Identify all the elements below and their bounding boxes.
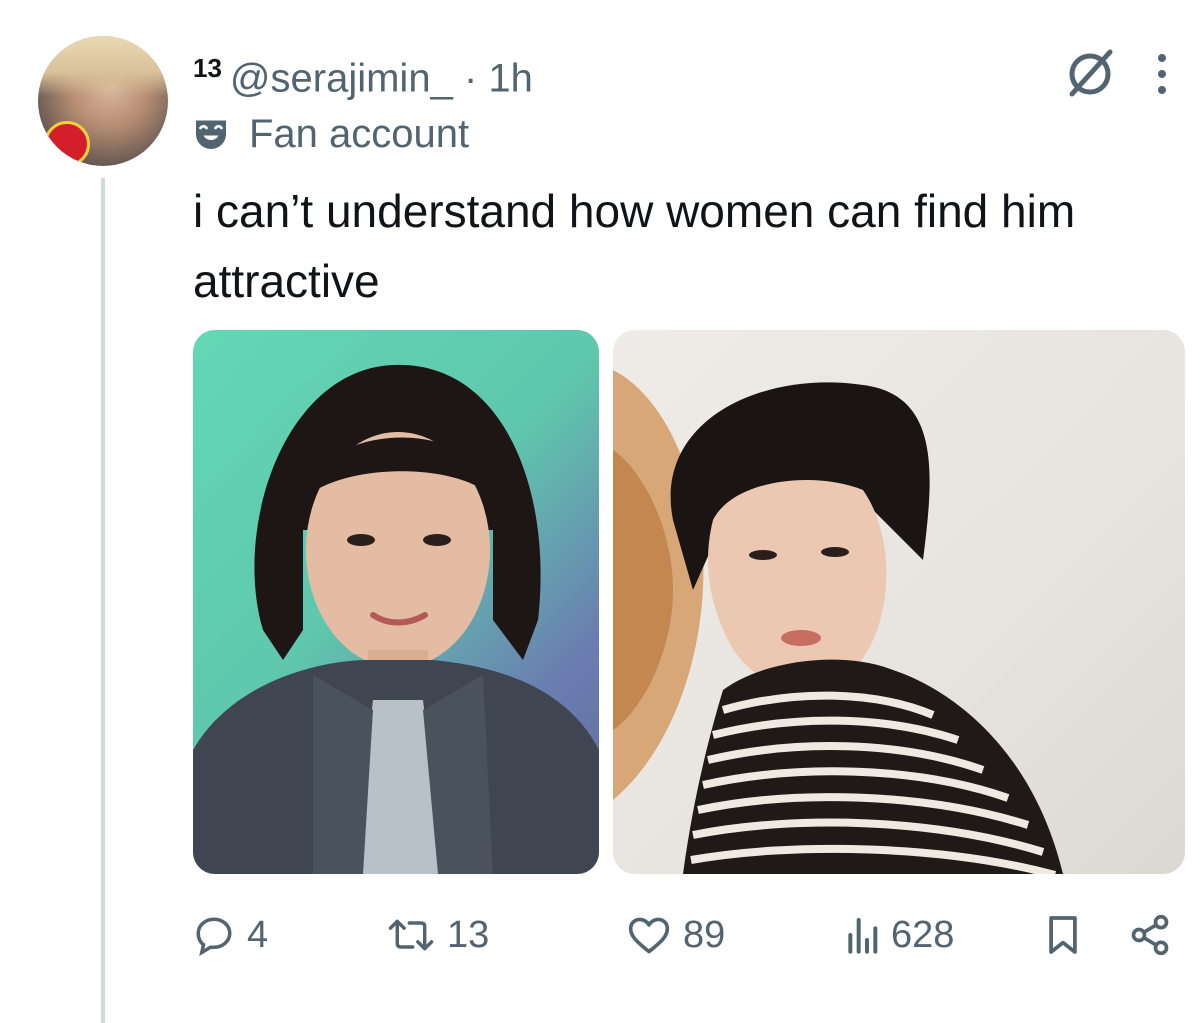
like-button[interactable]: 89 xyxy=(627,905,725,965)
avatar[interactable] xyxy=(38,36,168,166)
avatar-sticker xyxy=(44,121,90,166)
share-button[interactable] xyxy=(1128,905,1184,965)
photo-2-illustration xyxy=(613,370,1063,874)
bookmark-icon xyxy=(1049,916,1077,954)
action-bar: 4 13 89 628 xyxy=(193,905,1185,965)
retweet-count: 13 xyxy=(447,913,490,956)
retweet-icon xyxy=(388,919,434,951)
thread-line xyxy=(101,178,105,1023)
bookmark-button[interactable] xyxy=(1046,905,1092,965)
photo-1-illustration xyxy=(193,364,599,874)
media-grid xyxy=(193,330,1185,874)
more-options-icon[interactable] xyxy=(1154,50,1170,98)
badge-number: 13 xyxy=(193,53,222,83)
photo-2[interactable] xyxy=(613,330,1185,874)
user-handle[interactable]: @serajimin_ xyxy=(230,56,453,100)
reply-count: 4 xyxy=(247,913,269,956)
views-icon xyxy=(848,918,878,954)
like-count: 89 xyxy=(683,913,726,956)
like-icon xyxy=(628,917,670,954)
reply-icon xyxy=(196,917,232,956)
top-right-actions xyxy=(1062,46,1170,102)
views-button[interactable]: 628 xyxy=(845,905,954,965)
account-label[interactable]: Fan account xyxy=(193,110,469,158)
separator: · xyxy=(463,56,478,101)
tweet-text: i can’t understand how women can find hi… xyxy=(193,185,1076,307)
mask-icon xyxy=(196,120,226,149)
avatar-hair xyxy=(38,36,168,96)
retweet-button[interactable]: 13 xyxy=(387,905,489,965)
account-label-text: Fan account xyxy=(249,112,470,156)
timestamp[interactable]: 1h xyxy=(488,56,533,100)
tweet-header: 13 @serajimin_ · 1h xyxy=(193,44,533,102)
share-icon xyxy=(1131,914,1169,956)
reply-button[interactable]: 4 xyxy=(193,905,268,965)
grok-icon[interactable] xyxy=(1062,46,1118,102)
photo-1[interactable] xyxy=(193,330,599,874)
views-count: 628 xyxy=(891,913,955,956)
